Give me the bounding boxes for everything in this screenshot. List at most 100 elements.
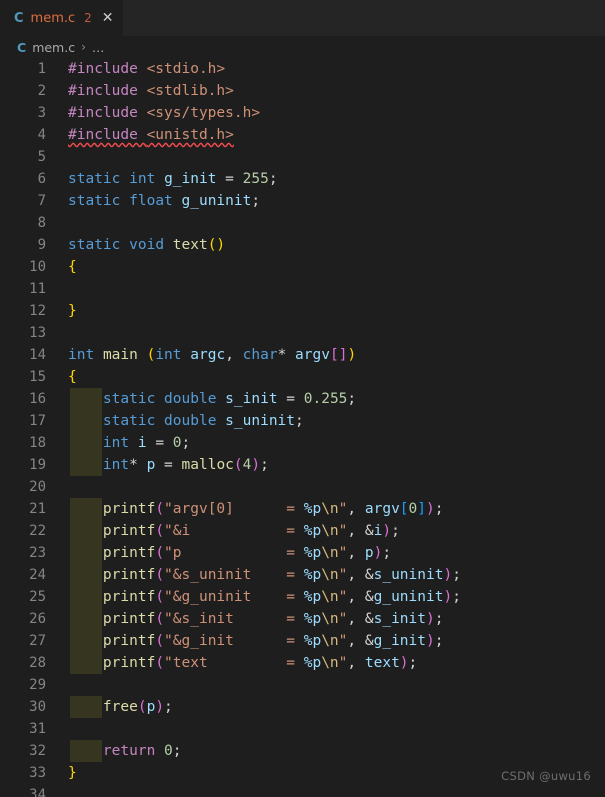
line-number: 4 <box>37 127 46 143</box>
line-number: 7 <box>37 193 46 209</box>
line-number: 21 <box>29 501 46 517</box>
code-line[interactable]: 25 printf("&g_uninit = %p\n", &g_uninit)… <box>0 586 605 608</box>
line-content: static int g_init = 255; <box>68 171 278 187</box>
line-number: 2 <box>37 83 46 99</box>
code-line[interactable]: 1 #include <stdio.h> <box>0 58 605 80</box>
code-line[interactable]: 9 static void text() <box>0 234 605 256</box>
line-number: 31 <box>29 721 46 737</box>
code-line[interactable]: 31 <box>0 718 605 740</box>
code-line[interactable]: 26 printf("&s_init = %p\n", &s_init); <box>0 608 605 630</box>
line-number: 8 <box>37 215 46 231</box>
code-line[interactable]: 32 return 0; <box>0 740 605 762</box>
line-number: 32 <box>29 743 46 759</box>
code-line[interactable]: 11 <box>0 278 605 300</box>
line-content: #include <stdio.h> <box>68 61 226 77</box>
code-editor[interactable]: 1 #include <stdio.h> 2 #include <stdlib.h> 3… <box>0 58 605 797</box>
code-line[interactable]: 23 printf("p = %p\n", p); <box>0 542 605 564</box>
line-number: 11 <box>29 281 46 297</box>
code-line[interactable]: 13 <box>0 322 605 344</box>
line-number: 30 <box>29 699 46 715</box>
code-line[interactable]: 10 { <box>0 256 605 278</box>
code-lines: 1 #include <stdio.h> 2 #include <stdlib.h> 3… <box>0 58 605 797</box>
code-line[interactable]: 6 static int g_init = 255; <box>0 168 605 190</box>
line-content: printf("argv[0] = %p\n", argv[0]); <box>102 501 444 517</box>
code-line[interactable]: 27 printf("&g_init = %p\n", &g_init); <box>0 630 605 652</box>
code-line[interactable]: 5 <box>0 146 605 168</box>
close-icon[interactable]: ✕ <box>102 11 114 25</box>
code-line[interactable]: 21 printf("argv[0] = %p\n", argv[0]); <box>0 498 605 520</box>
breadcrumb-item-file[interactable]: mem.c <box>32 40 75 55</box>
breadcrumb: C mem.c › … <box>0 36 605 58</box>
line-content: } <box>68 303 77 319</box>
line-content: static double s_init = 0.255; <box>102 391 357 407</box>
chevron-right-icon: › <box>81 40 86 54</box>
c-language-icon: C <box>14 10 24 26</box>
tab-bar-empty-space <box>122 0 605 36</box>
line-number: 33 <box>29 765 46 781</box>
c-language-icon: C <box>17 39 27 55</box>
code-line[interactable]: 16 static double s_init = 0.255; <box>0 388 605 410</box>
line-content: #include <stdlib.h> <box>68 83 234 99</box>
breadcrumb-overflow[interactable]: … <box>92 40 105 55</box>
line-content: static float g_uninit; <box>68 193 261 209</box>
code-line[interactable]: 12} <box>0 300 605 322</box>
line-number: 27 <box>29 633 46 649</box>
code-line[interactable]: 30 free(p); <box>0 696 605 718</box>
code-line[interactable]: 4 #include <unistd.h> <box>0 124 605 146</box>
line-number: 29 <box>29 677 46 693</box>
line-number: 6 <box>37 171 46 187</box>
line-content: int i = 0; <box>102 435 191 451</box>
line-number: 17 <box>29 413 46 429</box>
line-number: 22 <box>29 523 46 539</box>
line-number: 20 <box>29 479 46 495</box>
line-content: static double s_uninit; <box>102 413 304 429</box>
line-content: #include <sys/types.h> <box>68 105 261 121</box>
code-line[interactable]: 15 { <box>0 366 605 388</box>
line-number: 25 <box>29 589 46 605</box>
line-number: 5 <box>37 149 46 165</box>
code-line[interactable]: 18 int i = 0; <box>0 432 605 454</box>
line-content: { <box>68 259 77 275</box>
line-content: printf("&s_uninit = %p\n", &s_uninit); <box>102 567 461 583</box>
line-content: static void text() <box>68 237 226 253</box>
line-content: printf("&g_uninit = %p\n", &g_uninit); <box>102 589 461 605</box>
line-number: 3 <box>37 105 46 121</box>
code-line[interactable]: 34 <box>0 784 605 797</box>
line-number: 34 <box>29 787 46 797</box>
line-number: 19 <box>29 457 46 473</box>
code-line[interactable]: 20 <box>0 476 605 498</box>
line-number: 15 <box>29 369 46 385</box>
code-line[interactable]: 14 int main (int argc, char* argv[]) <box>0 344 605 366</box>
line-number: 26 <box>29 611 46 627</box>
line-content: } <box>68 765 77 781</box>
line-content: printf("&s_init = %p\n", &s_init); <box>102 611 444 627</box>
line-number: 14 <box>29 347 46 363</box>
code-line[interactable]: 22 printf("&i = %p\n", &i); <box>0 520 605 542</box>
code-line[interactable]: 29 <box>0 674 605 696</box>
tab-mem-c[interactable]: C mem.c 2 ✕ <box>0 0 123 36</box>
code-line[interactable]: 28 printf("text = %p\n", text); <box>0 652 605 674</box>
code-line[interactable]: 24 printf("&s_uninit = %p\n", &s_uninit)… <box>0 564 605 586</box>
code-line[interactable]: 2 #include <stdlib.h> <box>0 80 605 102</box>
line-content: { <box>68 369 77 385</box>
watermark: CSDN @uwu16 <box>501 769 591 783</box>
line-content: int main (int argc, char* argv[]) <box>68 347 357 363</box>
line-content: printf("&g_init = %p\n", &g_init); <box>102 633 444 649</box>
code-line[interactable]: 19 int* p = malloc(4); <box>0 454 605 476</box>
line-number: 10 <box>29 259 46 275</box>
line-number: 9 <box>37 237 46 253</box>
code-line[interactable]: 8 <box>0 212 605 234</box>
code-line[interactable]: 17 static double s_uninit; <box>0 410 605 432</box>
code-line[interactable]: 3 #include <sys/types.h> <box>0 102 605 124</box>
code-line[interactable]: 7 static float g_uninit; <box>0 190 605 212</box>
line-content: free(p); <box>102 699 173 715</box>
tab-label: mem.c <box>30 10 76 26</box>
line-content: #include <unistd.h> <box>68 127 234 143</box>
line-content: return 0; <box>102 743 182 759</box>
line-number: 28 <box>29 655 46 671</box>
line-number: 13 <box>29 325 46 341</box>
editor-tab-bar: C mem.c 2 ✕ <box>0 0 605 36</box>
line-content: printf("p = %p\n", p); <box>102 545 392 561</box>
line-number: 1 <box>37 61 46 77</box>
line-number: 18 <box>29 435 46 451</box>
